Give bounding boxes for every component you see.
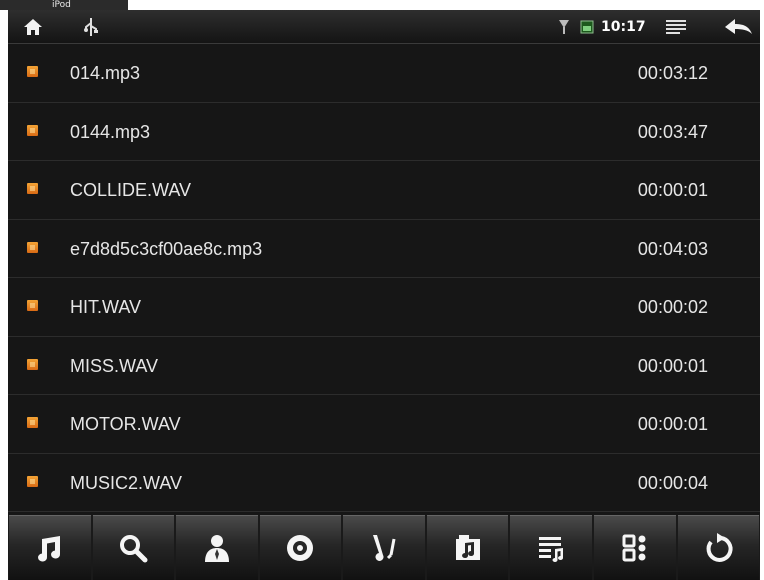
- playlist-icon: [539, 537, 564, 562]
- folder-music-button[interactable]: [426, 515, 509, 580]
- battery-icon: [578, 10, 596, 44]
- playlist-button[interactable]: [510, 515, 592, 580]
- file-name: e7d8d5c3cf00ae8c.mp3: [70, 238, 263, 259]
- file-list: 014.mp3 00:03:12 0144.mp3 00:03:47 COLLI…: [8, 44, 760, 512]
- folder-music-icon: [455, 535, 480, 560]
- search-button[interactable]: [92, 515, 175, 580]
- genre-button[interactable]: [343, 515, 425, 580]
- audio-file-icon: [27, 124, 38, 136]
- bottom-toolbar: [8, 515, 760, 580]
- list-item[interactable]: 0144.mp3 00:03:47: [8, 103, 760, 161]
- audio-file-icon: [27, 417, 38, 428]
- list-item[interactable]: COLLIDE.WAV 00:00:01: [8, 161, 760, 220]
- file-duration: 00:04:03: [637, 238, 708, 259]
- disc-button[interactable]: [259, 515, 342, 580]
- file-duration: 00:00:01: [637, 355, 708, 376]
- list-item[interactable]: MUSIC2.WAV 00:00:04: [8, 454, 760, 512]
- list-item[interactable]: e7d8d5c3cf00ae8c.mp3 00:04:03: [8, 220, 760, 278]
- repeat-icon: [706, 533, 733, 562]
- audio-file-icon: [27, 241, 38, 253]
- audio-file-icon: [27, 183, 38, 194]
- grid-menu-icon: [622, 534, 646, 562]
- audio-file-icon: [27, 475, 38, 487]
- file-duration: 00:00:01: [637, 414, 708, 434]
- file-name: 0144.mp3: [70, 121, 151, 142]
- artist-icon: [204, 535, 229, 562]
- file-duration: 00:03:12: [637, 63, 708, 83]
- home-icon[interactable]: [20, 10, 46, 44]
- search-icon: [120, 535, 148, 563]
- signal-icon: [556, 10, 572, 44]
- list-item[interactable]: MISS.WAV 00:00:01: [8, 337, 760, 395]
- file-duration: 00:03:47: [637, 121, 708, 142]
- file-name: MUSIC2.WAV: [70, 472, 183, 493]
- audio-file-icon: [27, 358, 38, 370]
- audio-file-icon: [27, 66, 38, 77]
- file-name: HIT.WAV: [70, 297, 141, 317]
- list-item[interactable]: 014.mp3 00:03:12: [8, 44, 760, 103]
- menu-icon[interactable]: [664, 10, 688, 44]
- music-note-icon: [37, 536, 60, 562]
- status-bar: 10:17: [8, 10, 760, 44]
- top-tab: iPod: [0, 0, 128, 10]
- music-note-button[interactable]: [9, 515, 91, 580]
- audio-file-icon: [27, 300, 38, 311]
- back-arrow-icon[interactable]: [721, 10, 755, 44]
- music-file-browser: 10:17 014.mp3 00:03:12 0144.mp3 00:03:47…: [8, 10, 760, 580]
- repeat-button[interactable]: [677, 515, 760, 580]
- grid-menu-button[interactable]: [593, 515, 676, 580]
- list-item[interactable]: HIT.WAV 00:00:02: [8, 278, 760, 337]
- list-item[interactable]: MOTOR.WAV 00:00:01: [8, 395, 760, 454]
- file-duration: 00:00:02: [637, 297, 708, 317]
- file-name: MOTOR.WAV: [70, 414, 181, 434]
- file-duration: 00:00:04: [637, 472, 708, 493]
- file-name: COLLIDE.WAV: [70, 180, 192, 200]
- disc-icon: [287, 535, 314, 561]
- top-tab-label: iPod: [52, 0, 71, 10]
- file-name: 014.mp3: [70, 63, 141, 83]
- clock-time: 10:17: [601, 19, 646, 35]
- file-name: MISS.WAV: [70, 355, 159, 376]
- usb-icon: [80, 10, 102, 44]
- artist-button[interactable]: [176, 515, 258, 580]
- genre-icon: [373, 535, 396, 561]
- file-duration: 00:00:01: [637, 180, 708, 200]
